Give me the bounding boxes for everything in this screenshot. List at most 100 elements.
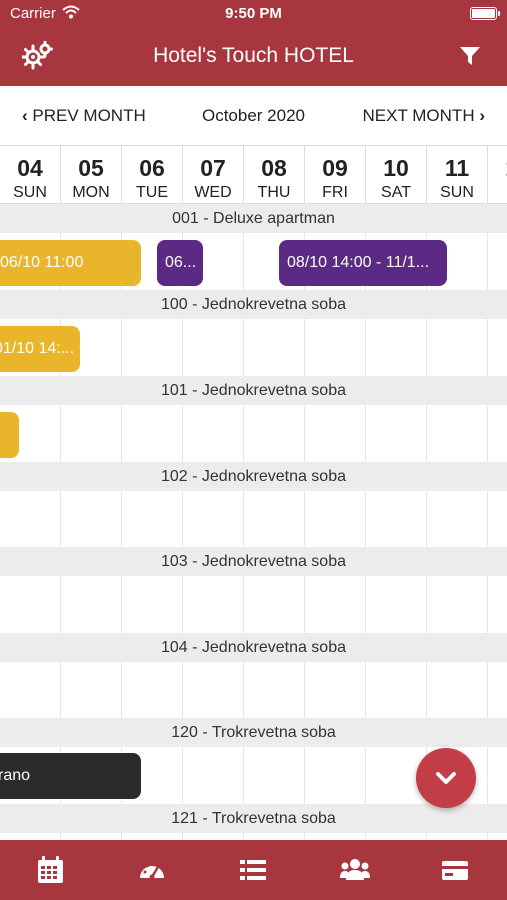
day-cell[interactable] [244, 833, 305, 840]
day-cell[interactable] [0, 662, 61, 719]
filter-icon[interactable] [459, 45, 481, 67]
day-column-header[interactable]: 05 MON [61, 146, 122, 203]
day-cell[interactable] [61, 662, 122, 719]
day-cell[interactable] [61, 405, 122, 462]
booking-bar[interactable]: 06... [157, 240, 203, 286]
day-column-header[interactable]: 12 M [488, 146, 507, 203]
day-cell[interactable] [0, 491, 61, 548]
day-of-week: SAT [381, 184, 411, 201]
day-cell[interactable] [183, 405, 244, 462]
day-cell[interactable] [366, 491, 427, 548]
tab-calendar[interactable] [0, 840, 101, 900]
next-month-button[interactable]: NEXT MONTH › [363, 106, 485, 126]
day-cell[interactable] [305, 319, 366, 376]
day-column-header[interactable]: 08 THU [244, 146, 305, 203]
day-cell[interactable] [305, 491, 366, 548]
day-cell[interactable] [427, 405, 488, 462]
day-cell[interactable] [305, 833, 366, 840]
day-cell[interactable] [122, 662, 183, 719]
day-cell[interactable] [366, 833, 427, 840]
day-cell[interactable] [61, 491, 122, 548]
month-navigation: ‹ PREV MONTH October 2020 NEXT MONTH › [0, 86, 507, 146]
tab-payments[interactable] [404, 840, 505, 900]
day-column-header[interactable]: 10 SAT [366, 146, 427, 203]
day-cell[interactable] [122, 405, 183, 462]
day-cell[interactable] [305, 662, 366, 719]
day-cell[interactable] [427, 662, 488, 719]
day-cell[interactable] [488, 233, 507, 290]
day-cell[interactable] [244, 405, 305, 462]
battery-icon [470, 7, 500, 20]
day-of-week: MON [72, 184, 110, 201]
day-cell[interactable] [366, 576, 427, 633]
room-row [0, 833, 507, 840]
day-cell[interactable] [183, 319, 244, 376]
room-header: 100 - Jednokrevetna soba [0, 290, 507, 319]
day-column-header[interactable]: 06 TUE [122, 146, 183, 203]
day-number: 09 [322, 155, 348, 181]
day-cell[interactable] [61, 833, 122, 840]
scroll-down-button[interactable] [416, 748, 476, 808]
day-cell[interactable] [488, 491, 507, 548]
day-cell[interactable] [488, 319, 507, 376]
day-cell[interactable] [0, 833, 61, 840]
day-cell[interactable] [366, 319, 427, 376]
day-cell[interactable] [305, 576, 366, 633]
day-number: 11 [444, 155, 470, 181]
day-cell[interactable] [366, 405, 427, 462]
day-cell[interactable] [0, 576, 61, 633]
day-cell[interactable] [488, 747, 507, 804]
booking-bar[interactable]: ... [0, 412, 19, 458]
day-cell[interactable] [183, 576, 244, 633]
day-of-week: M [488, 184, 507, 202]
day-cell[interactable] [427, 576, 488, 633]
room-header: 001 - Deluxe apartman [0, 204, 507, 233]
booking-bar[interactable]: 01/10 14:... [0, 326, 80, 372]
day-cell[interactable] [305, 747, 366, 804]
day-column-header[interactable]: 11 SUN [427, 146, 488, 203]
day-cell[interactable] [244, 491, 305, 548]
booking-calendar-grid: 001 - Deluxe apartman 100 - Jednokrevetn… [0, 204, 507, 840]
day-cell[interactable] [244, 662, 305, 719]
day-cell[interactable] [427, 319, 488, 376]
booking-bar[interactable]: rano [0, 753, 141, 799]
credit-card-icon [442, 861, 468, 880]
day-cell[interactable] [366, 662, 427, 719]
days-header: 04 SUN 05 MON 06 TUE 07 WED 08 THU 09 FRI 10 SA… [0, 146, 507, 204]
day-cell[interactable] [183, 747, 244, 804]
day-cell[interactable] [488, 405, 507, 462]
clock-time: 9:50 PM [225, 5, 282, 22]
day-column-header[interactable]: 09 FRI [305, 146, 366, 203]
day-cell[interactable] [488, 576, 507, 633]
day-cell[interactable] [244, 576, 305, 633]
tab-list[interactable] [202, 840, 303, 900]
day-cell[interactable] [183, 662, 244, 719]
day-cell[interactable] [305, 405, 366, 462]
day-cell[interactable] [244, 747, 305, 804]
day-cell[interactable] [488, 662, 507, 719]
day-cell[interactable] [122, 833, 183, 840]
day-cell[interactable] [61, 576, 122, 633]
tab-guests[interactable] [303, 840, 404, 900]
day-cell[interactable] [122, 491, 183, 548]
day-cell[interactable] [427, 491, 488, 548]
day-cell[interactable] [183, 491, 244, 548]
booking-bar[interactable]: 06/10 11:00 [0, 240, 141, 286]
day-cell[interactable] [122, 319, 183, 376]
day-column-header[interactable]: 04 SUN [0, 146, 61, 203]
day-column-header[interactable]: 07 WED [183, 146, 244, 203]
day-cell[interactable] [122, 576, 183, 633]
room-header: 121 - Trokrevetna soba [0, 804, 507, 833]
guests-icon [340, 859, 370, 880]
day-of-week: WED [194, 184, 232, 201]
day-cell[interactable] [183, 833, 244, 840]
day-cell[interactable] [244, 319, 305, 376]
room-row [0, 405, 507, 462]
day-cell[interactable] [427, 833, 488, 840]
app-title: Hotel's Touch HOTEL [153, 44, 354, 67]
tab-dashboard[interactable] [101, 840, 202, 900]
booking-bar[interactable]: 08/10 14:00 - 11/1... [279, 240, 447, 286]
status-bar: Carrier 9:50 PM [0, 0, 507, 28]
day-cell[interactable] [488, 833, 507, 840]
room-row [0, 662, 507, 719]
